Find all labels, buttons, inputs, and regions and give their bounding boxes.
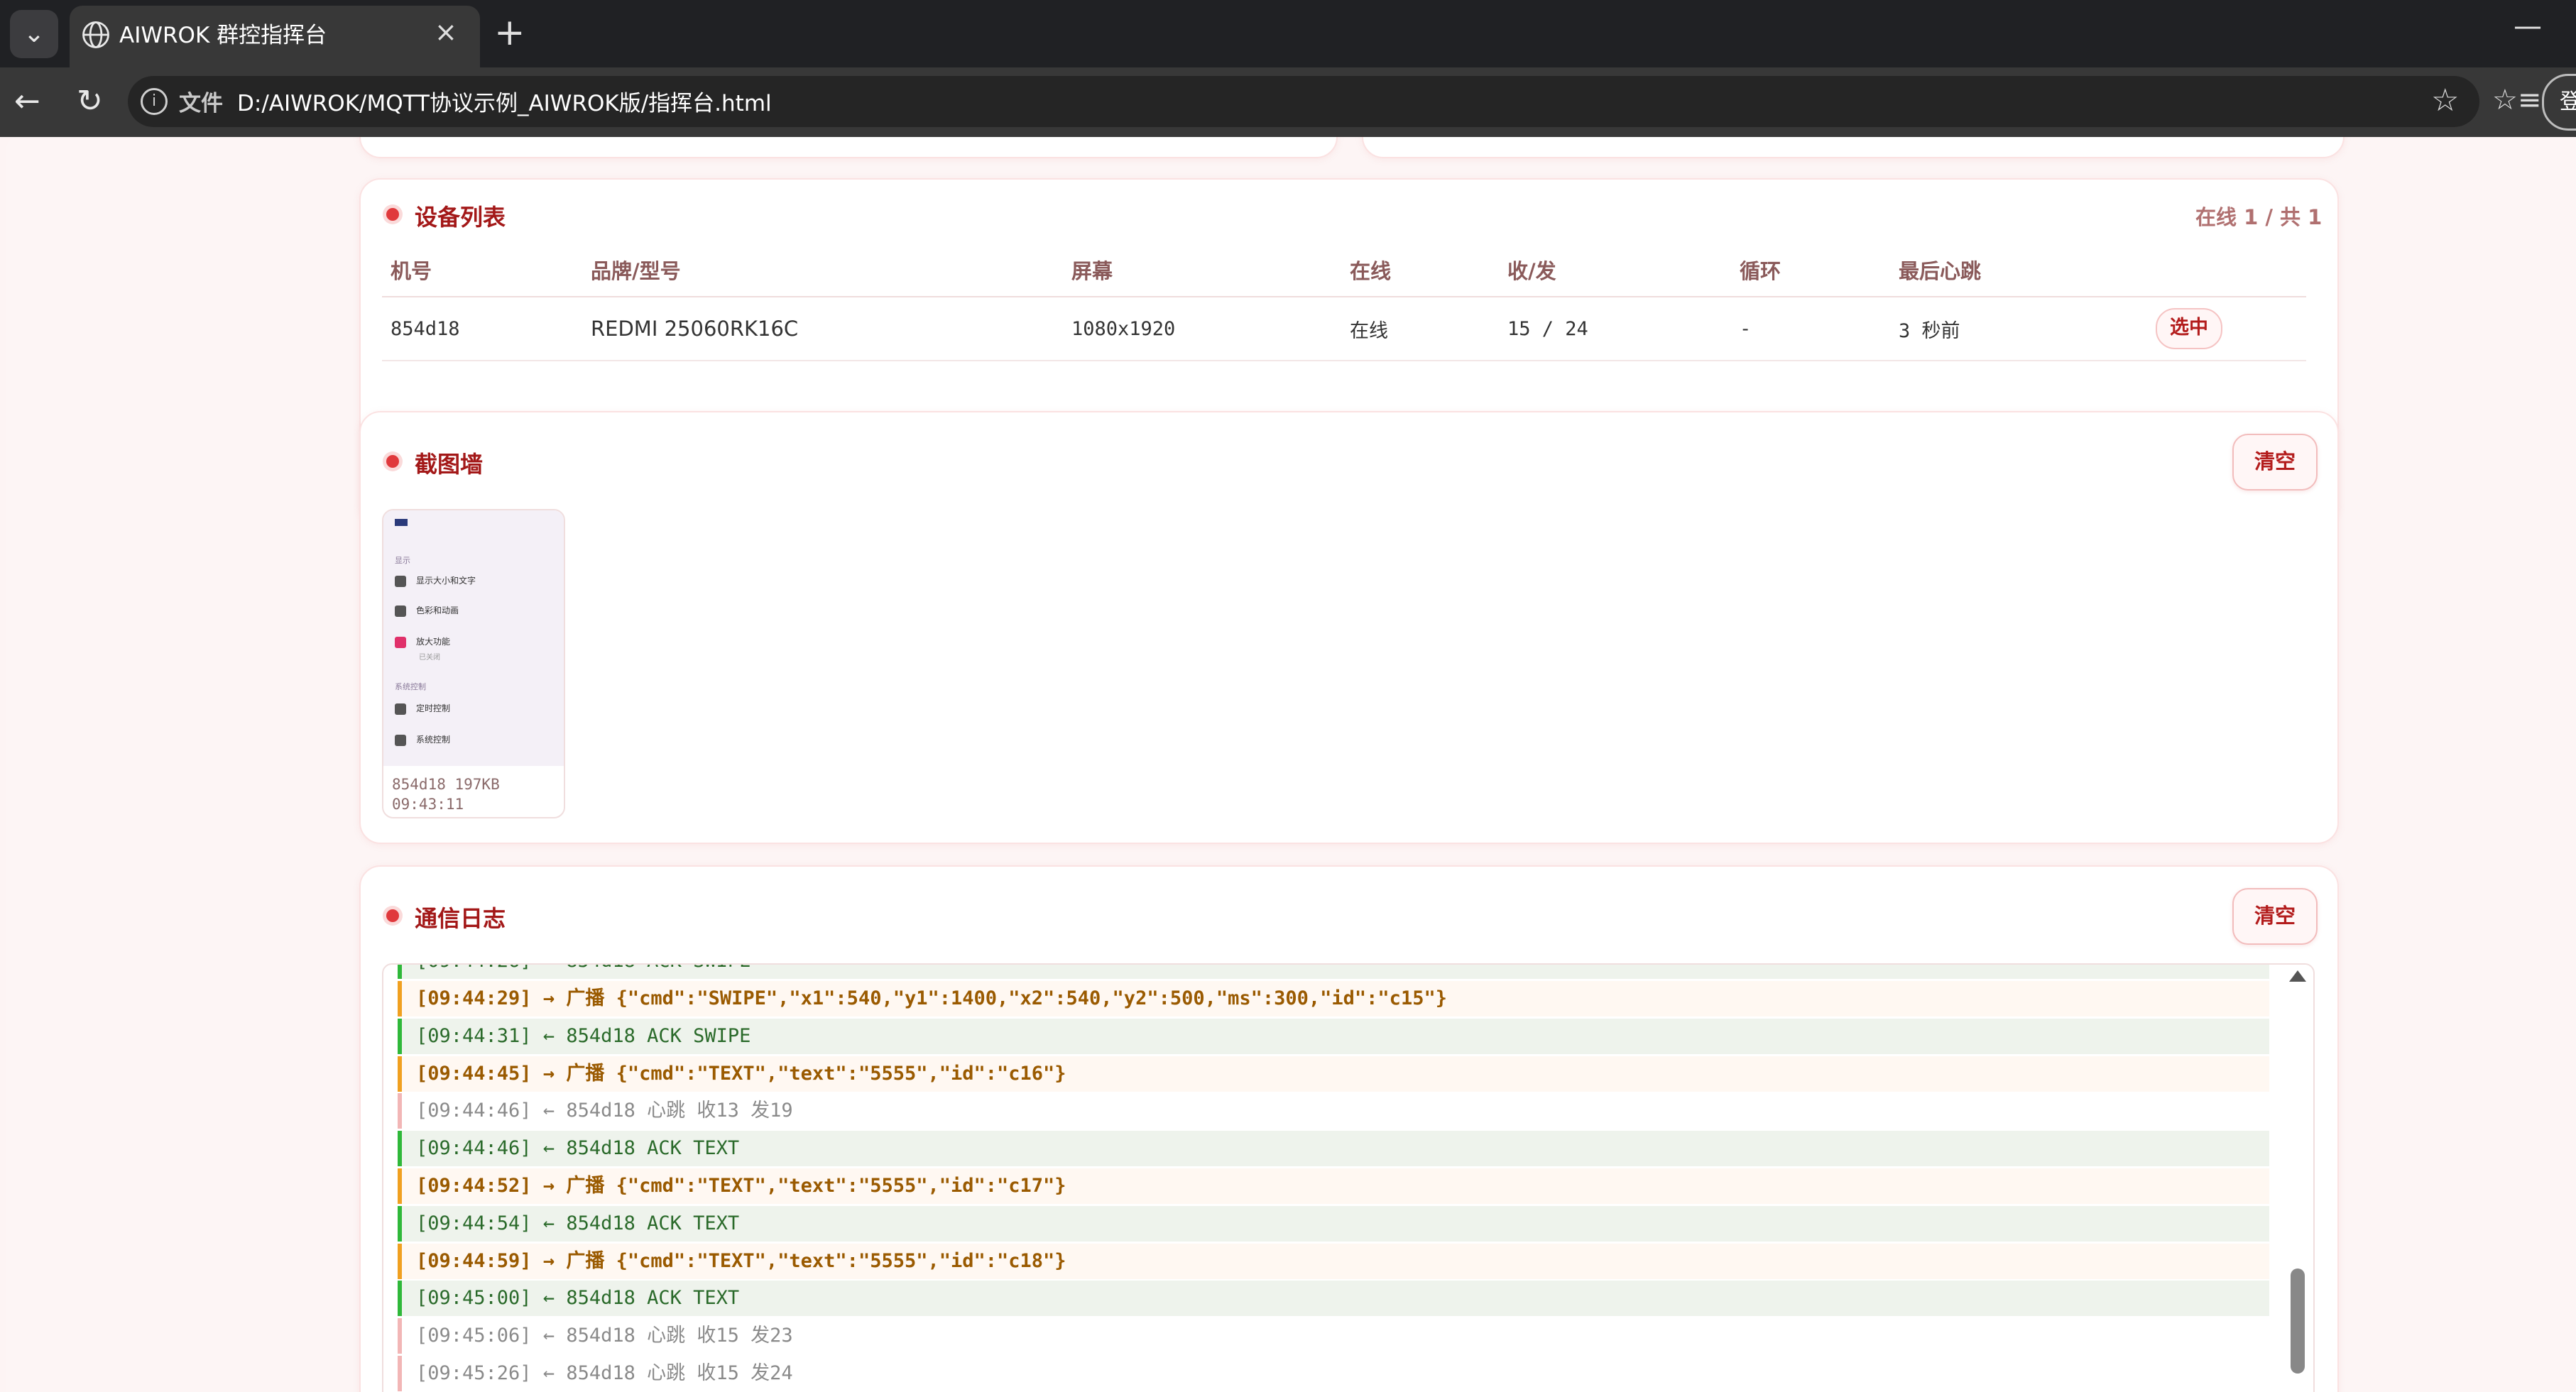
globe-icon bbox=[82, 21, 109, 48]
info-icon[interactable]: i bbox=[141, 88, 168, 115]
log-line: [09:44:31] ← 854d18 ACK SWIPE bbox=[398, 1019, 2269, 1054]
new-tab-button[interactable]: + bbox=[494, 13, 525, 53]
communication-log-title: 通信日志 bbox=[415, 905, 506, 932]
url-scheme-label: 文件 bbox=[179, 91, 223, 116]
device-table: 机号 品牌/型号 屏幕 在线 收/发 循环 最后心跳 854d18 REDMI … bbox=[382, 243, 2306, 361]
screenshot-caption-id-size: 854d18 197KB bbox=[392, 776, 500, 793]
preview-app-icon bbox=[395, 519, 408, 526]
preview-row: 显示大小和文字 bbox=[395, 574, 476, 588]
preview-row-icon bbox=[395, 605, 406, 617]
page-viewport: 设备列表 在线 1 / 共 1 机号 品牌/型号 屏幕 在线 收/发 循环 最后… bbox=[6, 137, 2576, 1392]
device-id-cell: 854d18 bbox=[382, 297, 582, 361]
section-dot-icon bbox=[386, 909, 399, 922]
close-tab-icon[interactable]: × bbox=[435, 14, 457, 50]
preview-row: 放大功能 bbox=[395, 635, 450, 650]
screenshot-preview-image: 显示 显示大小和文字 色彩和动画 放大功能 已关闭 系统控制 定时控制 系统控制 bbox=[383, 510, 564, 766]
preview-row: 色彩和动画 bbox=[395, 604, 459, 618]
preview-row-label: 放大功能 bbox=[416, 637, 451, 647]
device-heartbeat-cell: 3 秒前 bbox=[1890, 297, 2147, 361]
chevron-down-icon: ⌄ bbox=[23, 19, 45, 48]
column-header: 品牌/型号 bbox=[582, 243, 1063, 297]
preview-row-label: 系统控制 bbox=[416, 735, 451, 745]
preview-row: 系统控制 bbox=[395, 733, 450, 747]
log-line: [09:44:52] → 广播 {"cmd":"TEXT","text":"55… bbox=[398, 1168, 2269, 1204]
column-header: 在线 bbox=[1341, 243, 1499, 297]
device-list-title: 设备列表 bbox=[415, 204, 506, 231]
screenshot-wall-title: 截图墙 bbox=[415, 451, 484, 478]
table-row: 854d18 REDMI 25060RK16C 1080x1920 在线 15 … bbox=[382, 297, 2306, 361]
url-text[interactable]: D:/AIWROK/MQTT协议示例_AIWROK版/指挥台.html bbox=[237, 85, 772, 117]
device-loop-cell: - bbox=[1731, 297, 1890, 361]
bookmark-star-icon[interactable]: ☆ bbox=[2431, 82, 2459, 119]
table-header-row: 机号 品牌/型号 屏幕 在线 收/发 循环 最后心跳 bbox=[382, 243, 2306, 297]
column-header: 最后心跳 bbox=[1890, 243, 2147, 297]
back-arrow-icon[interactable]: ← bbox=[14, 84, 40, 119]
column-header: 屏幕 bbox=[1063, 243, 1341, 297]
device-online-cell: 在线 bbox=[1341, 297, 1499, 361]
preview-row-icon bbox=[395, 734, 406, 746]
log-scrollbar-thumb[interactable] bbox=[2291, 1268, 2305, 1374]
log-line: [09:45:00] ← 854d18 ACK TEXT bbox=[398, 1281, 2269, 1316]
preview-row-sublabel: 已关闭 bbox=[419, 654, 440, 662]
screenshot-wall-card: 截图墙 清空 显示 显示大小和文字 色彩和动画 放大功能 已关闭 系统控制 定时… bbox=[359, 411, 2339, 844]
preview-row-icon bbox=[395, 703, 406, 715]
previous-card-right bbox=[1362, 137, 2345, 158]
preview-row-label: 显示大小和文字 bbox=[416, 576, 476, 586]
section-dot-icon bbox=[386, 208, 399, 221]
select-device-button[interactable]: 选中 bbox=[2156, 308, 2222, 349]
tab-actions-menu-button[interactable]: ⌄ bbox=[10, 10, 58, 58]
device-screen-cell: 1080x1920 bbox=[1063, 297, 1341, 361]
preview-row: 定时控制 bbox=[395, 702, 450, 716]
previous-card-left bbox=[359, 137, 1338, 158]
log-line: [09:44:29] → 广播 {"cmd":"SWIPE","x1":540,… bbox=[398, 981, 2269, 1016]
preview-row-label: 色彩和动画 bbox=[416, 605, 459, 615]
clear-log-button[interactable]: 清空 bbox=[2232, 888, 2318, 945]
log-line: [09:44:26] ← 854d18 ACK SWIPE bbox=[398, 965, 2269, 979]
screenshot-caption-time: 09:43:11 bbox=[392, 796, 464, 813]
communication-log-card: 通信日志 清空 [09:44:26] ← 854d18 ACK SWIPE [0… bbox=[359, 865, 2339, 1392]
device-action-cell: 选中 bbox=[2147, 297, 2306, 361]
clear-screenshots-button[interactable]: 清空 bbox=[2232, 434, 2318, 491]
log-line: [09:44:54] ← 854d18 ACK TEXT bbox=[398, 1206, 2269, 1242]
log-line: [09:44:45] → 广播 {"cmd":"TEXT","text":"55… bbox=[398, 1056, 2269, 1092]
preview-row-icon bbox=[395, 636, 406, 648]
reload-icon[interactable]: ↻ bbox=[77, 84, 103, 119]
preview-row-label: 定时控制 bbox=[416, 703, 451, 713]
preview-section-label: 显示 bbox=[395, 556, 410, 565]
browser-tab-bar: ⌄ AIWROK 群控指挥台 × + — bbox=[0, 0, 2576, 67]
preview-row-icon bbox=[395, 575, 406, 587]
tab-title: AIWROK 群控指挥台 bbox=[119, 23, 327, 48]
column-header: 循环 bbox=[1731, 243, 1890, 297]
screenshot-thumbnail[interactable]: 显示 显示大小和文字 色彩和动画 放大功能 已关闭 系统控制 定时控制 系统控制… bbox=[382, 509, 565, 818]
preview-section-label: 系统控制 bbox=[395, 682, 426, 691]
favorites-icon[interactable]: ☆≡ bbox=[2492, 84, 2541, 116]
log-line: [09:44:46] ← 854d18 ACK TEXT bbox=[398, 1131, 2269, 1166]
window-minimize-button[interactable]: — bbox=[2514, 10, 2542, 43]
log-line: [09:45:06] ← 854d18 心跳 收15 发23 bbox=[398, 1318, 2269, 1354]
log-line: [09:44:46] ← 854d18 心跳 收13 发19 bbox=[398, 1093, 2269, 1129]
log-line: [09:44:59] → 广播 {"cmd":"TEXT","text":"55… bbox=[398, 1244, 2269, 1279]
device-model-cell: REDMI 25060RK16C bbox=[582, 297, 1063, 361]
scroll-up-arrow-icon[interactable] bbox=[2289, 970, 2306, 982]
screenshot-caption: 854d18 197KB 09:43:11 bbox=[392, 774, 500, 814]
column-header bbox=[2147, 243, 2306, 297]
log-scroll-area[interactable]: [09:44:26] ← 854d18 ACK SWIPE [09:44:29]… bbox=[382, 963, 2315, 1392]
online-summary: 在线 1 / 共 1 bbox=[2195, 205, 2323, 229]
log-line: [09:45:26] ← 854d18 心跳 收15 发24 bbox=[398, 1356, 2269, 1391]
section-dot-icon bbox=[386, 455, 399, 468]
device-rxtx-cell: 15 / 24 bbox=[1499, 297, 1731, 361]
column-header: 机号 bbox=[382, 243, 582, 297]
column-header: 收/发 bbox=[1499, 243, 1731, 297]
